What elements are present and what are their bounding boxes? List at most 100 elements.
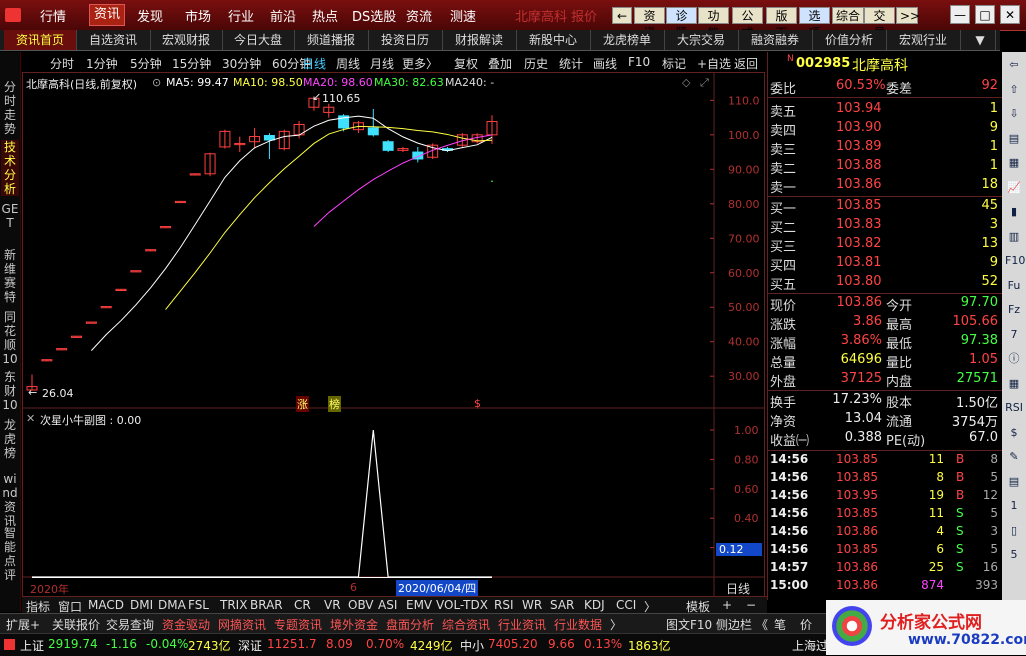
page-icon[interactable]: ▯ — [1005, 522, 1023, 540]
menu-item-0[interactable]: 行情 — [40, 6, 66, 25]
sz-index-label[interactable]: 深证 — [238, 637, 262, 654]
indicator-tab-4[interactable]: DMA — [158, 598, 186, 612]
indicator-tab-2[interactable]: MACD — [88, 598, 124, 612]
toolbar-button-3[interactable]: 公式 — [732, 7, 763, 40]
candle-body[interactable] — [367, 127, 379, 136]
indicator-tab-10[interactable]: OBV — [348, 598, 374, 612]
indicator-tab-13[interactable]: VOL-TDX — [436, 598, 488, 612]
marker-bang[interactable]: 榜 — [328, 396, 341, 412]
period-item-0[interactable]: 分时 — [50, 55, 74, 72]
leftnav-item-7[interactable]: wind资讯 — [1, 472, 19, 528]
toolbar-button-7[interactable]: 交易 — [864, 7, 895, 40]
indicator-tab-18[interactable]: CCI — [616, 598, 636, 612]
menu-item-5[interactable]: 前沿 — [270, 6, 296, 25]
bottom-func-9[interactable]: 行业资讯 — [498, 616, 546, 633]
bottom-right-2[interactable]: 《 — [756, 616, 768, 633]
tab-3[interactable]: 今日大盘 — [222, 30, 295, 50]
candlestick-chart[interactable]: 110.0 100.0 90.00 80.00 70.00 60.00 50.00 40.00… — [22, 72, 765, 602]
bottom-right-1[interactable]: 侧边栏 — [716, 616, 752, 633]
toolbar-button-4[interactable]: 版面 — [766, 7, 797, 40]
maximize-button[interactable]: □ — [975, 5, 995, 24]
candle-icon[interactable]: ▮ — [1005, 203, 1023, 221]
sh-index-label[interactable]: 上证 — [20, 637, 44, 654]
f7-icon[interactable]: 7 — [1005, 326, 1023, 344]
fund-icon[interactable]: Fu — [1005, 277, 1023, 295]
bid-price[interactable]: 103.85 — [836, 198, 882, 213]
pen-icon[interactable]: ✎ — [1005, 448, 1023, 466]
tab-4[interactable]: 频道播报 — [294, 30, 369, 50]
chart-tool-1[interactable]: 叠加 — [488, 55, 512, 72]
period-item-6[interactable]: 日线 — [302, 55, 326, 72]
tab-6[interactable]: 财报解读 — [442, 30, 517, 50]
ask-price[interactable]: 103.86 — [836, 177, 882, 192]
chart-tool-8[interactable]: 返回 — [734, 55, 758, 72]
tab-8[interactable]: 龙虎榜单 — [590, 30, 665, 50]
chart-tool-6[interactable]: 标记 — [662, 55, 686, 72]
more-button[interactable]: >> — [896, 7, 920, 24]
period-item-7[interactable]: 周线 — [336, 55, 360, 72]
indicator-tab-15[interactable]: WR — [522, 598, 542, 612]
indicator-right-1[interactable]: + — [722, 598, 732, 612]
toolbar-button-6[interactable]: 综合 — [832, 7, 864, 24]
menu-item-3[interactable]: 市场 — [185, 6, 211, 25]
bottom-func-1[interactable]: 关联报价 — [52, 616, 100, 633]
chart-tool-7[interactable]: +自选 — [697, 55, 731, 72]
indicator-tab-8[interactable]: CR — [294, 598, 311, 612]
leftnav-item-8[interactable]: 智能点评 — [1, 526, 19, 582]
tabs-dropdown-icon[interactable]: ▼ — [965, 30, 996, 50]
brand-banner[interactable]: 分析家公式网 www.70822.com — [826, 600, 1026, 655]
menu-item-4[interactable]: 行业 — [228, 6, 254, 25]
fiz-icon[interactable]: Fz — [1005, 301, 1023, 319]
menu-item-6[interactable]: 热点 — [312, 6, 338, 25]
f10-icon[interactable]: F10 — [1005, 252, 1025, 270]
ask-price[interactable]: 103.88 — [836, 158, 882, 173]
chart-tool-0[interactable]: 复权 — [454, 55, 478, 72]
ask-price[interactable]: 103.89 — [836, 139, 882, 154]
bars-icon[interactable]: ▦ — [1005, 375, 1023, 393]
grid-icon[interactable]: ▦ — [1005, 154, 1023, 172]
indicator-tab-16[interactable]: SAR — [550, 598, 574, 612]
bottom-func-4[interactable]: 网摘资讯 — [218, 616, 266, 633]
bottom-right-0[interactable]: 图文F10 — [666, 616, 712, 633]
marker-zhang[interactable]: 涨 — [296, 396, 309, 412]
leftnav-item-3[interactable]: 新维赛特 — [1, 248, 19, 304]
period-item-9[interactable]: 更多〉 — [402, 55, 438, 72]
period-item-2[interactable]: 5分钟 — [130, 55, 162, 72]
tab-7[interactable]: 新股中心 — [516, 30, 591, 50]
indicator-tab-3[interactable]: DMI — [130, 598, 153, 612]
ask-price[interactable]: 103.94 — [836, 101, 882, 116]
dollar-icon[interactable]: $ — [1005, 424, 1023, 442]
indicator-tab-7[interactable]: BRAR — [250, 598, 283, 612]
chart-expand-icon[interactable]: ⤢ — [700, 76, 709, 90]
tab-11[interactable]: 价值分析 — [812, 30, 887, 50]
bottom-func-3[interactable]: 资金驱动 — [162, 616, 210, 633]
period-item-8[interactable]: 月线 — [370, 55, 394, 72]
chart-header-toggle-icon[interactable]: ⊙ — [152, 76, 161, 89]
back-arrow-button[interactable]: ← — [612, 7, 632, 24]
bid-price[interactable]: 103.81 — [836, 255, 882, 270]
marker-s[interactable]: $ — [474, 397, 481, 410]
doc-icon[interactable]: ▤ — [1005, 473, 1023, 491]
menu-item-7[interactable]: DS选股 — [352, 6, 396, 25]
table-icon[interactable]: ▥ — [1005, 228, 1023, 246]
bottom-func-6[interactable]: 境外资金 — [330, 616, 378, 633]
bid-price[interactable]: 103.82 — [836, 236, 882, 251]
candle-body[interactable] — [382, 141, 394, 151]
chart-tool-2[interactable]: 历史 — [524, 55, 548, 72]
indicator-tab-17[interactable]: KDJ — [584, 598, 605, 612]
tab-5[interactable]: 投资日历 — [368, 30, 443, 50]
bottom-func-0[interactable]: 扩展+ — [6, 616, 40, 633]
leftnav-item-4[interactable]: 同花顺10 — [1, 310, 19, 366]
tab-12[interactable]: 宏观行业 — [886, 30, 961, 50]
list-icon[interactable]: ▤ — [1005, 130, 1023, 148]
indicator-tab-12[interactable]: EMV — [406, 598, 432, 612]
extra-ticker[interactable]: 上海过 — [792, 637, 828, 654]
menu-item-8[interactable]: 资流 — [406, 6, 432, 25]
bottom-func-7[interactable]: 盘面分析 — [386, 616, 434, 633]
menu-item-1[interactable]: 资讯 — [89, 4, 126, 26]
up-arrow-icon[interactable]: ⇧ — [1005, 81, 1023, 99]
bottom-func-8[interactable]: 综合资讯 — [442, 616, 490, 633]
leftnav-item-0[interactable]: 分时走势 — [1, 80, 19, 136]
zx-index-label[interactable]: 中小 — [460, 637, 484, 654]
bottom-right-4[interactable]: 价 — [800, 616, 812, 633]
